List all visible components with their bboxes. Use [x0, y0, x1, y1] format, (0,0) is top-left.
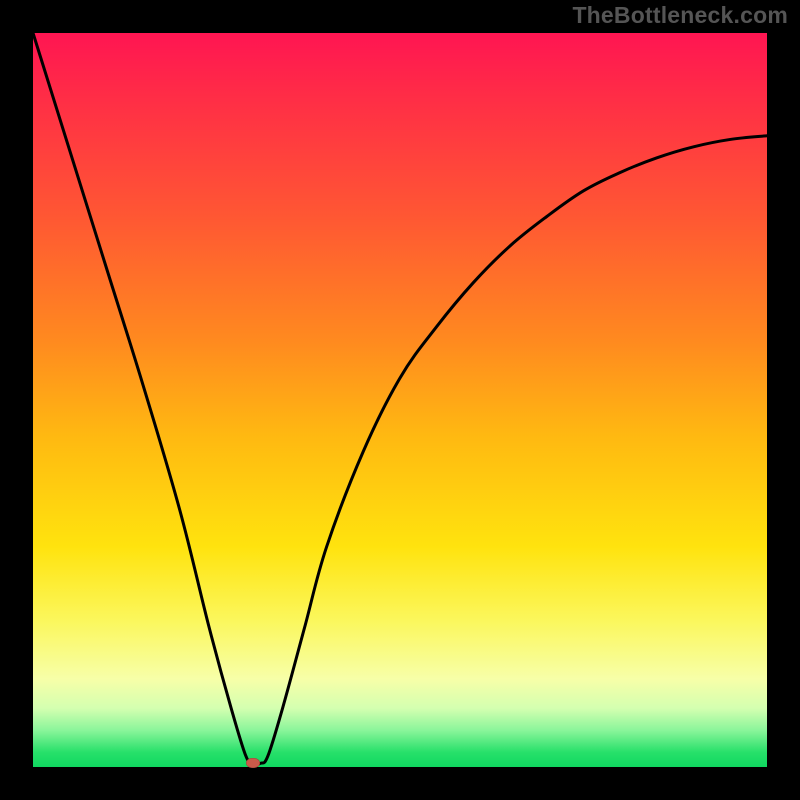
chart-frame: TheBottleneck.com: [0, 0, 800, 800]
curve-svg: [33, 33, 767, 767]
plot-area: [33, 33, 767, 767]
bottleneck-curve: [33, 33, 767, 764]
watermark-label: TheBottleneck.com: [572, 2, 788, 29]
